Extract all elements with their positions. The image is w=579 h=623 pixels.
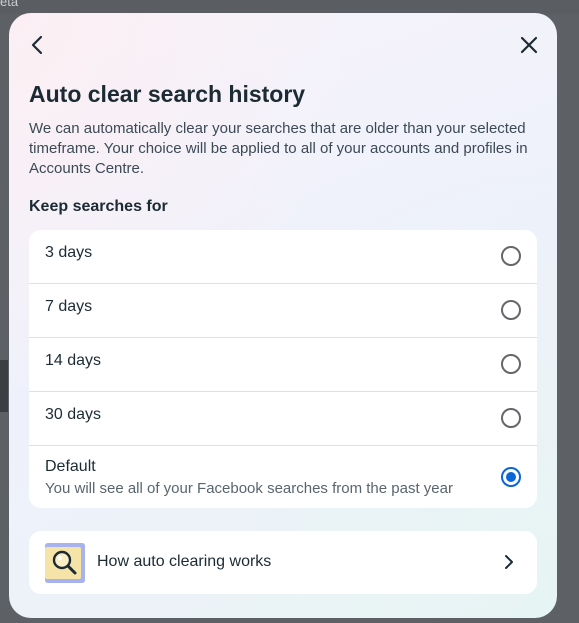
radio-button-selected[interactable] bbox=[501, 467, 521, 487]
help-link-label: How auto clearing works bbox=[97, 553, 272, 570]
radio-button[interactable] bbox=[501, 300, 521, 320]
back-button[interactable] bbox=[22, 30, 52, 60]
option-label: 14 days bbox=[45, 352, 102, 369]
radio-button[interactable] bbox=[501, 246, 521, 266]
auto-clear-dialog: Auto clear search history We can automat… bbox=[9, 13, 557, 618]
option-description: You will see all of your Facebook search… bbox=[45, 480, 453, 497]
option-label: Default bbox=[45, 458, 96, 475]
magnifier-illustration-icon bbox=[45, 543, 85, 583]
radio-button[interactable] bbox=[501, 408, 521, 428]
option-30-days[interactable]: 30 days bbox=[29, 392, 537, 446]
option-7-days[interactable]: 7 days bbox=[29, 284, 537, 338]
radio-selected-dot bbox=[506, 472, 516, 482]
option-default[interactable]: Default You will see all of your Faceboo… bbox=[29, 446, 537, 508]
option-14-days[interactable]: 14 days bbox=[29, 338, 537, 392]
dialog-title: Auto clear search history bbox=[29, 81, 306, 107]
chevron-left-icon bbox=[31, 35, 43, 55]
chevron-right-icon bbox=[505, 555, 513, 569]
backdrop: eta bbox=[0, 0, 579, 14]
how-auto-clearing-works-link[interactable]: How auto clearing works bbox=[29, 531, 537, 594]
keep-searches-label: Keep searches for bbox=[29, 198, 168, 215]
option-label: 3 days bbox=[45, 244, 93, 261]
option-label: 7 days bbox=[45, 298, 93, 315]
close-icon bbox=[520, 36, 538, 54]
close-button[interactable] bbox=[514, 30, 544, 60]
radio-button[interactable] bbox=[501, 354, 521, 374]
option-3-days[interactable]: 3 days bbox=[29, 230, 537, 284]
backdrop-side-panel bbox=[0, 360, 8, 412]
option-label: 30 days bbox=[45, 406, 102, 423]
backdrop-text: eta bbox=[0, 0, 19, 9]
dialog-description: We can automatically clear your searches… bbox=[29, 120, 528, 177]
timeframe-options: 3 days 7 days 14 days 30 days Default Yo… bbox=[29, 230, 537, 508]
